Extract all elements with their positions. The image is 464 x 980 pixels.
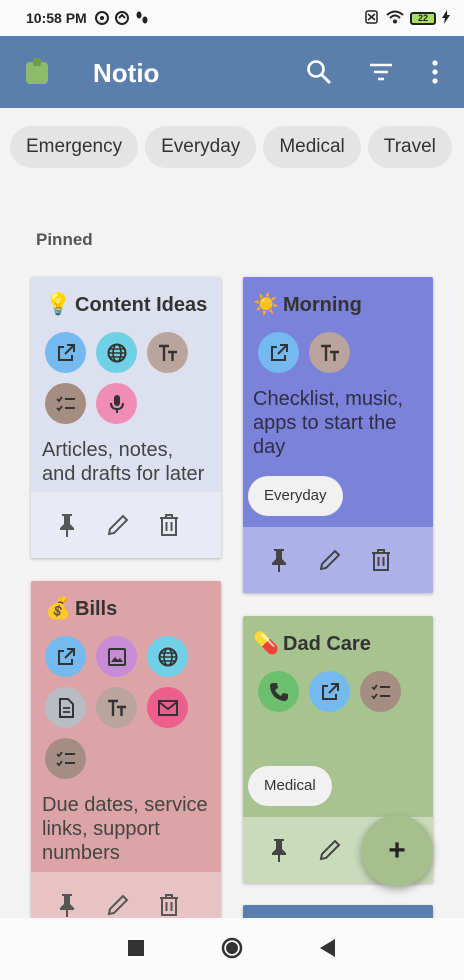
filter-icon[interactable] [367,58,395,86]
microphone-icon[interactable] [96,383,137,424]
sun-icon: ☀️ [253,293,280,316]
app-title: Notio [93,58,160,88]
battery-indicator: 22 [410,11,436,25]
app-bar: Notio [0,36,464,108]
edit-icon[interactable] [104,891,132,918]
home-icon[interactable] [220,936,244,960]
card-title: Morning [283,293,362,316]
open-link-icon[interactable] [258,332,299,373]
category-chips: Emergency Everyday Medical Travel [0,126,464,172]
edit-icon[interactable] [104,511,132,539]
phone-icon[interactable] [258,671,299,712]
mail-icon[interactable] [147,687,188,728]
status-bar: 10:58 PM 22 [0,0,464,36]
card-title: Content Ideas [75,293,208,316]
lightbulb-icon: 💡 [45,293,72,316]
pin-icon[interactable] [53,511,81,539]
delete-icon[interactable] [155,891,183,918]
no-sim-icon [364,9,380,27]
card-description-line: Due dates, service [42,794,208,816]
card-description-line: apps to start the [253,412,397,434]
globe-icon[interactable] [96,332,137,373]
chip-everyday[interactable]: Everyday [145,126,257,168]
navigation-bar [0,918,464,980]
card-description-line: Articles, notes, [42,439,174,461]
checklist-icon[interactable] [45,383,86,424]
charging-icon [442,9,450,27]
edit-icon[interactable] [316,546,344,574]
text-icon[interactable] [96,687,137,728]
add-note-button[interactable]: + [361,815,433,887]
chip-emergency[interactable]: Emergency [10,126,139,168]
data-saver-icon [94,11,109,25]
footsteps-icon [135,11,149,25]
open-link-icon[interactable] [45,636,86,677]
recents-icon[interactable] [124,936,148,960]
chip-travel[interactable]: Travel [367,126,452,168]
status-time: 10:58 PM [26,10,87,26]
pin-icon[interactable] [265,836,293,864]
checklist-icon[interactable] [360,671,401,712]
sync-icon [114,11,129,25]
text-icon[interactable] [147,332,188,373]
image-icon[interactable] [96,636,137,677]
tag-everyday[interactable]: Everyday [248,476,343,516]
edit-icon[interactable] [316,836,344,864]
card-description-line: numbers [42,842,120,864]
document-icon[interactable] [45,687,86,728]
card-title: Bills [75,597,118,620]
pill-icon: 💊 [253,632,280,655]
back-icon[interactable] [316,936,340,960]
pin-icon[interactable] [265,546,293,574]
card-bills[interactable]: 💰 Bills Due dates, service links, suppor… [31,581,221,918]
pin-icon[interactable] [53,891,81,918]
card-content-ideas[interactable]: 💡 Content Ideas Articles, notes, and dra… [31,277,221,558]
money-bag-icon: 💰 [45,597,72,620]
card-description-line: links, support [42,818,160,840]
chip-medical[interactable]: Medical [263,126,361,168]
card-description-line: and drafts for later [42,463,205,485]
open-link-icon[interactable] [309,671,350,712]
checklist-icon[interactable] [45,738,86,779]
delete-icon[interactable] [155,511,183,539]
delete-icon[interactable] [367,546,395,574]
card-description-line: day [253,436,286,458]
text-icon[interactable] [309,332,350,373]
tag-medical[interactable]: Medical [248,766,332,806]
open-link-icon[interactable] [45,332,86,373]
app-logo-icon [24,57,50,85]
search-icon[interactable] [305,58,333,86]
more-options-icon[interactable] [421,58,449,86]
card-title: Dad Care [283,632,371,655]
card-description-line: Checklist, music, [253,388,404,410]
wifi-icon [386,10,404,27]
pinned-section-label: Pinned [36,230,93,249]
globe-icon[interactable] [147,636,188,677]
card-morning[interactable]: ☀️ Morning Checklist, music, apps to sta… [243,277,433,593]
